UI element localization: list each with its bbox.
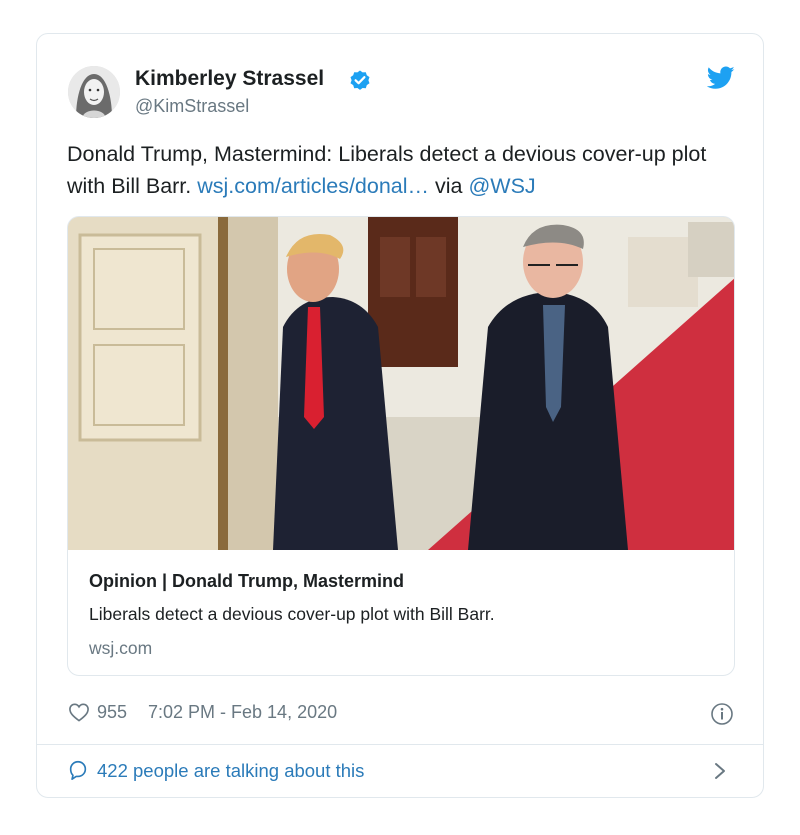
mention-link[interactable]: @WSJ (468, 174, 535, 198)
card-image[interactable] (68, 217, 735, 550)
tweet-card[interactable]: Kimberley Strassel @KimStrassel Donald T… (36, 33, 764, 798)
conversation-link[interactable]: 422 people are talking about this (37, 745, 763, 797)
link-preview-card[interactable]: Opinion | Donald Trump, Mastermind Liber… (67, 216, 735, 676)
avatar[interactable] (68, 66, 120, 118)
card-domain: wsj.com (89, 638, 153, 658)
card-title[interactable]: Opinion | Donald Trump, Mastermind (89, 571, 404, 592)
talking-label[interactable]: 422 people are talking about this (97, 760, 364, 782)
speech-bubble-icon (69, 760, 87, 780)
article-link[interactable]: wsj.com/articles/donal… (197, 174, 429, 198)
author-handle[interactable]: @KimStrassel (135, 96, 249, 117)
twitter-bird-icon[interactable] (707, 66, 735, 90)
timestamp[interactable]: 7:02 PM - Feb 14, 2020 (148, 702, 337, 723)
like-count[interactable]: 955 (97, 702, 127, 723)
chevron-right-icon[interactable] (713, 761, 727, 781)
heart-icon[interactable] (68, 702, 90, 722)
card-description: Liberals detect a devious cover-up plot … (89, 604, 495, 624)
author-name[interactable]: Kimberley Strassel (135, 67, 324, 91)
verified-badge-icon (350, 70, 370, 90)
tweet-text: Donald Trump, Mastermind: Liberals detec… (67, 138, 737, 202)
info-icon[interactable] (710, 702, 734, 726)
via-label: via (429, 174, 469, 198)
